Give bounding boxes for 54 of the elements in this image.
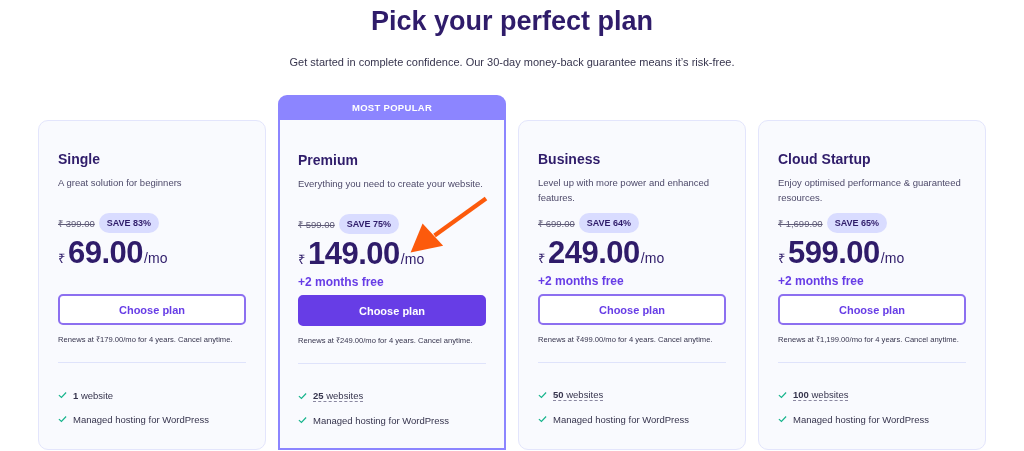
discount-badge: SAVE 64% xyxy=(578,213,640,233)
feature-text: 50 websites xyxy=(553,389,604,401)
plan-name: Single xyxy=(58,151,101,167)
check-icon xyxy=(778,391,787,399)
plan-description: A great solution for beginners xyxy=(58,176,183,190)
plan-price: 69.00 xyxy=(68,235,144,271)
choose-plan-button[interactable]: Choose plan xyxy=(58,294,246,325)
original-price: ₹ 599.00 xyxy=(298,217,335,231)
check-icon xyxy=(538,415,547,423)
check-icon xyxy=(538,391,547,399)
currency-symbol: ₹ xyxy=(58,250,65,267)
discount-badge: SAVE 65% xyxy=(826,213,887,233)
feature-text: Managed hosting for WordPress xyxy=(553,413,690,425)
page-title: Pick your perfect plan xyxy=(370,6,654,36)
plan-price: 149.00 xyxy=(308,236,400,272)
original-price: ₹ 399.00 xyxy=(58,216,95,230)
price-period: /mo xyxy=(880,250,905,266)
feature-text: 100 websites xyxy=(793,389,849,401)
currency-symbol: ₹ xyxy=(538,250,545,267)
check-icon xyxy=(298,392,307,400)
plan-price: 599.00 xyxy=(788,235,880,271)
price-period: /mo xyxy=(144,250,168,266)
check-icon xyxy=(778,415,787,423)
original-price: ₹ 1,699.00 xyxy=(778,216,823,230)
plan-name: Business xyxy=(538,151,602,167)
check-icon xyxy=(58,415,67,423)
choose-plan-button[interactable]: Choose plan xyxy=(778,294,966,325)
check-icon xyxy=(298,416,307,424)
check-icon xyxy=(58,391,67,399)
original-price: ₹ 699.00 xyxy=(538,216,575,230)
currency-symbol: ₹ xyxy=(778,250,785,267)
choose-plan-button[interactable]: Choose plan xyxy=(298,295,486,326)
discount-badge: SAVE 83% xyxy=(98,213,160,233)
plan-description: Everything you need to create your website. xyxy=(298,177,484,191)
feature-text: 1 website xyxy=(73,389,114,401)
plan-description: Level up with more power and enhanced features. xyxy=(538,176,711,205)
plan-name: Cloud Startup xyxy=(778,151,872,167)
plan-name: Premium xyxy=(298,152,359,168)
price-period: /mo xyxy=(640,250,665,266)
plan-description: Enjoy optimised performance & guaranteed resources. xyxy=(778,176,962,205)
currency-symbol: ₹ xyxy=(298,251,305,268)
bonus-text: +2 months free xyxy=(778,274,864,288)
page-subtitle: Get started in complete confidence. Our 30-day money-back guarantee means it’s risk-free. xyxy=(289,56,735,68)
feature-text: Managed hosting for WordPress xyxy=(793,413,930,425)
plan-price: 249.00 xyxy=(548,235,640,271)
price-period: /mo xyxy=(400,251,425,267)
choose-plan-button[interactable]: Choose plan xyxy=(538,294,726,325)
bonus-text: +2 months free xyxy=(538,274,624,288)
popular-banner: MOST POPULAR xyxy=(278,95,506,120)
feature-text: Managed hosting for WordPress xyxy=(73,413,210,425)
bonus-text: +2 months free xyxy=(298,275,384,289)
feature-text: 25 websites xyxy=(313,390,364,402)
feature-text: Managed hosting for WordPress xyxy=(313,414,450,426)
discount-badge: SAVE 75% xyxy=(338,214,400,234)
